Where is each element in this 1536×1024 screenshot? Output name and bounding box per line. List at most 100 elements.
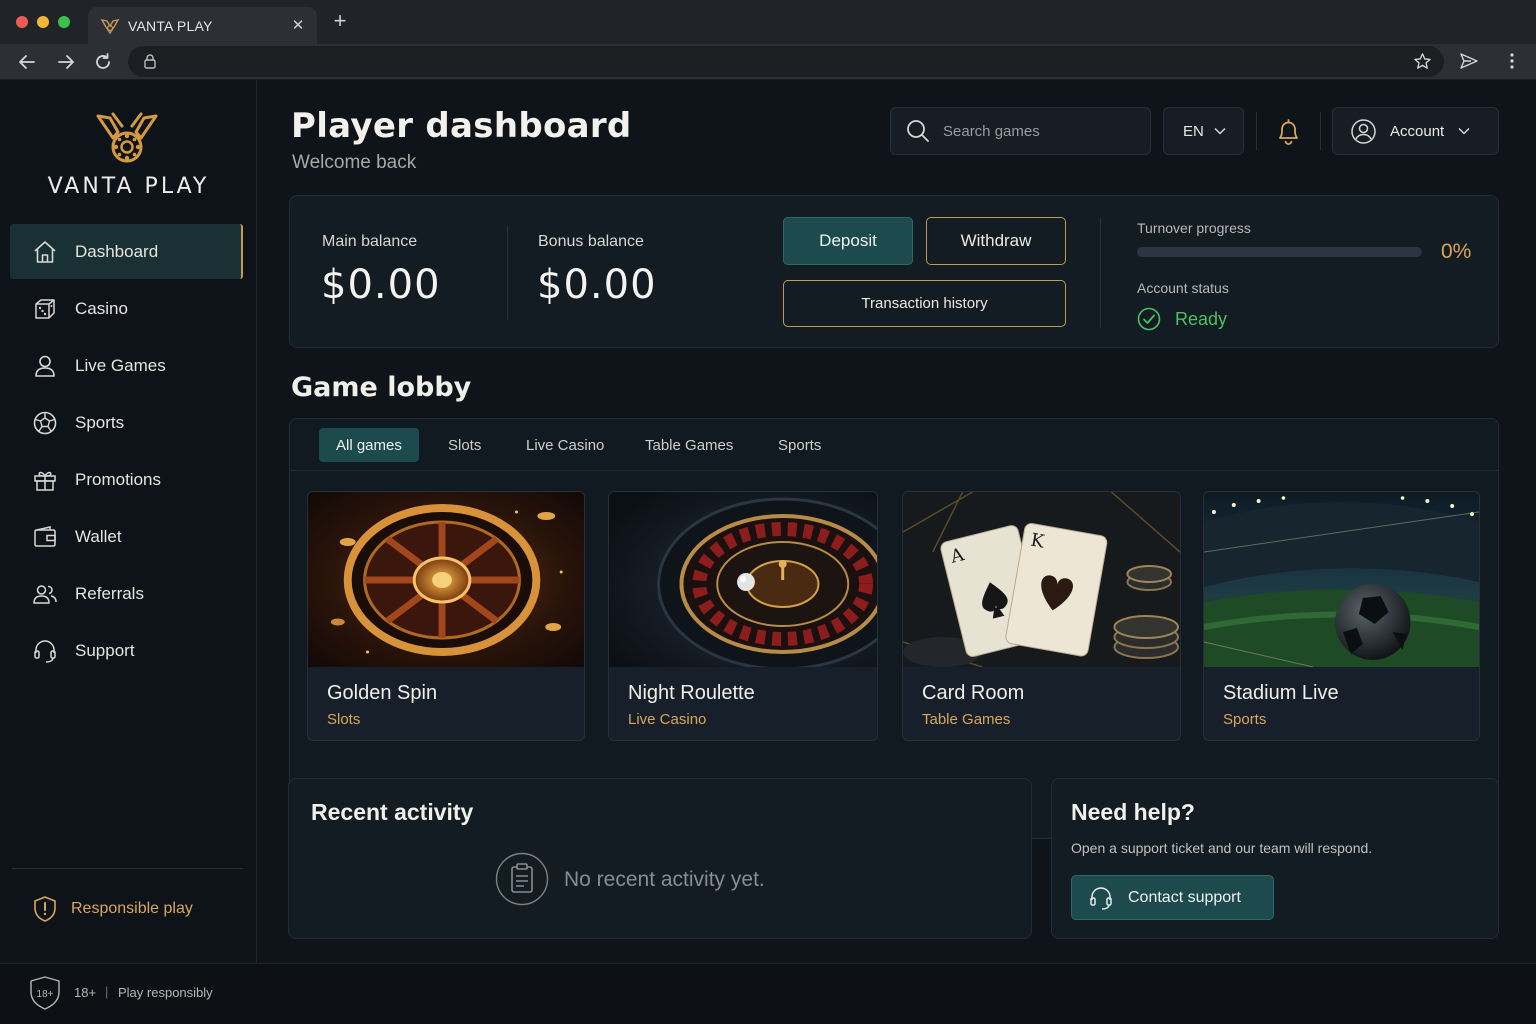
game-lobby-panel: All games Slots Live Casino Table Games …: [289, 418, 1499, 839]
help-text: Open a support ticket and our team will …: [1071, 840, 1373, 856]
account-status-value: Ready: [1175, 309, 1228, 329]
game-category: Table Games: [922, 711, 1011, 728]
minimize-window-button[interactable]: [37, 16, 49, 28]
sidebar-item-label: Sports: [75, 412, 125, 432]
game-name: Night Roulette: [628, 682, 755, 704]
tab-sports[interactable]: Sports: [761, 428, 838, 462]
sidebar-item-sports[interactable]: Sports: [10, 395, 243, 450]
account-status-label: Account status: [1137, 280, 1229, 296]
user-icon: [35, 355, 55, 377]
tab-slots[interactable]: Slots: [431, 428, 498, 462]
clipboard-icon: [495, 852, 549, 906]
vanta-favicon-icon: [100, 18, 120, 34]
sidebar-item-label: Referrals: [75, 583, 144, 603]
stadium-live-thumbnail: [1204, 492, 1479, 667]
sidebar: VANTA PLAY Dashboard Casino Live Games S…: [0, 80, 257, 963]
headset-icon: [1090, 886, 1112, 910]
address-bar[interactable]: [128, 46, 1444, 77]
reload-icon[interactable]: [92, 51, 114, 73]
game-card-night-roulette[interactable]: Night Roulette Live Casino: [608, 491, 878, 741]
empty-activity-message: No recent activity yet.: [564, 868, 765, 891]
soccer-ball-icon: [33, 411, 57, 434]
contact-support-button[interactable]: Contact support: [1071, 875, 1274, 920]
game-card-card-room[interactable]: A K Card Room Table Games: [902, 491, 1181, 741]
sidebar-item-casino[interactable]: Casino: [10, 281, 243, 336]
golden-spin-thumbnail: [308, 492, 584, 667]
transaction-history-button[interactable]: Transaction history: [783, 280, 1066, 327]
bonus-balance-label: Bonus balance: [538, 233, 644, 250]
close-tab-icon[interactable]: ✕: [291, 18, 305, 33]
account-circle-icon: [1351, 118, 1376, 144]
lobby-tabs: All games Slots Live Casino Table Games …: [290, 419, 1498, 471]
game-category: Sports: [1223, 711, 1267, 728]
deposit-button[interactable]: Deposit: [783, 217, 913, 265]
browser-tab-strip: VANTA PLAY ✕ +: [0, 0, 1536, 44]
sidebar-item-dashboard[interactable]: Dashboard: [10, 224, 243, 279]
balance-panel: Main balance $0.00 Bonus balance $0.00 D…: [289, 195, 1499, 348]
sidebar-item-label: Support: [75, 640, 135, 660]
age-18-shield-icon: 18+: [30, 976, 60, 1010]
page-title: Player dashboard: [291, 106, 632, 146]
search-input[interactable]: [943, 122, 1133, 140]
sidebar-divider: [12, 868, 243, 869]
game-category: Live Casino: [628, 711, 707, 728]
send-icon[interactable]: [1459, 51, 1479, 71]
game-name: Card Room: [922, 682, 1025, 704]
sidebar-item-live-games[interactable]: Live Games: [10, 338, 243, 393]
game-card-golden-spin[interactable]: Golden Spin Slots: [307, 491, 585, 741]
footer-separator: |: [105, 984, 109, 999]
bell-icon[interactable]: [1275, 117, 1302, 146]
chevron-down-icon: [1458, 127, 1470, 135]
headset-icon: [34, 639, 56, 663]
help-title: Need help?: [1071, 799, 1195, 825]
tab-live-casino[interactable]: Live Casino: [509, 428, 621, 462]
bookmark-star-icon[interactable]: [1413, 52, 1432, 71]
forward-icon[interactable]: [55, 51, 77, 73]
card-room-thumbnail: A K: [903, 492, 1180, 667]
check-circle-icon: [1137, 307, 1161, 331]
game-name: Stadium Live: [1223, 682, 1339, 704]
account-label: Account: [1390, 122, 1445, 140]
balance-divider: [1100, 218, 1101, 328]
turnover-percent: 0%: [1441, 240, 1472, 263]
account-menu-button[interactable]: Account: [1332, 107, 1499, 155]
search-icon: [907, 120, 929, 142]
responsible-play-link[interactable]: Responsible play: [33, 895, 193, 923]
main-balance-value: $0.00: [321, 262, 441, 308]
sidebar-nav: Dashboard Casino Live Games Sports Promo…: [10, 224, 243, 680]
browser-tab-title: VANTA PLAY: [128, 17, 213, 34]
sidebar-item-support[interactable]: Support: [10, 623, 243, 678]
contact-support-label: Contact support: [1128, 888, 1241, 906]
game-category: Slots: [327, 711, 361, 728]
browser-tab[interactable]: VANTA PLAY ✕: [88, 7, 317, 44]
game-card-stadium-live[interactable]: Stadium Live Sports: [1203, 491, 1480, 741]
main-balance-label: Main balance: [322, 233, 418, 250]
sidebar-item-promotions[interactable]: Promotions: [10, 452, 243, 507]
home-icon: [34, 240, 56, 263]
age-label: 18+: [74, 985, 97, 1000]
browser-menu-icon[interactable]: [1505, 51, 1519, 71]
maximize-window-button[interactable]: [58, 16, 70, 28]
search-box[interactable]: [890, 107, 1151, 155]
recent-activity-panel: Recent activity No recent activity yet.: [288, 778, 1032, 939]
footer: 18+ 18+ | Play responsibly: [0, 963, 1536, 1024]
language-select[interactable]: EN: [1163, 107, 1244, 155]
back-icon[interactable]: [16, 51, 38, 73]
new-tab-icon[interactable]: +: [330, 10, 350, 32]
close-window-button[interactable]: [16, 16, 28, 28]
play-responsibly-label: Play responsibly: [118, 985, 213, 1000]
turnover-label: Turnover progress: [1137, 220, 1251, 236]
tab-all-games[interactable]: All games: [319, 428, 419, 462]
night-roulette-thumbnail: [609, 492, 877, 667]
sidebar-item-wallet[interactable]: Wallet: [10, 509, 243, 564]
sidebar-item-referrals[interactable]: Referrals: [10, 566, 243, 621]
lobby-title: Game lobby: [291, 372, 472, 403]
sidebar-item-label: Live Games: [75, 355, 166, 375]
responsible-play-label: Responsible play: [71, 900, 193, 917]
tab-table-games[interactable]: Table Games: [628, 428, 750, 462]
sidebar-item-label: Casino: [75, 298, 128, 318]
withdraw-button[interactable]: Withdraw: [926, 217, 1066, 265]
users-icon: [33, 584, 57, 604]
header-divider: [1320, 112, 1321, 150]
help-panel: Need help? Open a support ticket and our…: [1051, 778, 1499, 939]
